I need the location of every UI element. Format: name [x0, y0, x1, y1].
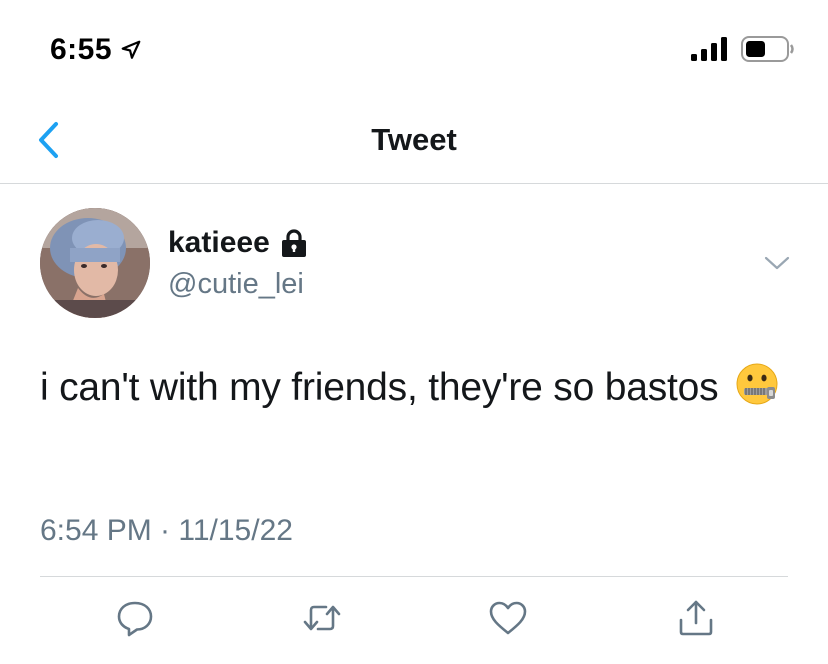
retweet-icon[interactable]: [302, 598, 342, 638]
reply-icon[interactable]: [115, 598, 155, 638]
location-arrow-icon: [121, 40, 141, 59]
like-icon[interactable]: [488, 598, 528, 638]
avatar-image: [40, 208, 150, 318]
tweet-actions: [0, 598, 828, 646]
page-title: Tweet: [371, 122, 457, 157]
tweet-timestamp: 6:54 PM · 11/15/22: [40, 514, 293, 547]
zipper-mouth-face-icon: [736, 363, 778, 405]
nav-bar: Tweet: [0, 96, 828, 184]
display-name: katieee: [168, 226, 270, 259]
status-time: 6:55: [50, 33, 142, 67]
user-handle[interactable]: @cutie_lei: [168, 268, 304, 301]
battery-icon: [741, 36, 794, 62]
signal-icon: [691, 37, 727, 61]
status-time-text: 6:55: [50, 33, 113, 66]
status-bar: 6:55: [0, 0, 828, 96]
avatar[interactable]: [40, 208, 150, 318]
divider: [40, 576, 788, 577]
tweet-text: i can't with my friends, they're so bast…: [40, 356, 800, 419]
chevron-down-icon[interactable]: [763, 254, 791, 272]
author-name-row[interactable]: katieee: [168, 226, 308, 260]
lock-icon: [281, 229, 306, 257]
share-icon[interactable]: [676, 598, 716, 638]
tweet-text-content: i can't with my friends, they're so bast…: [40, 366, 719, 409]
